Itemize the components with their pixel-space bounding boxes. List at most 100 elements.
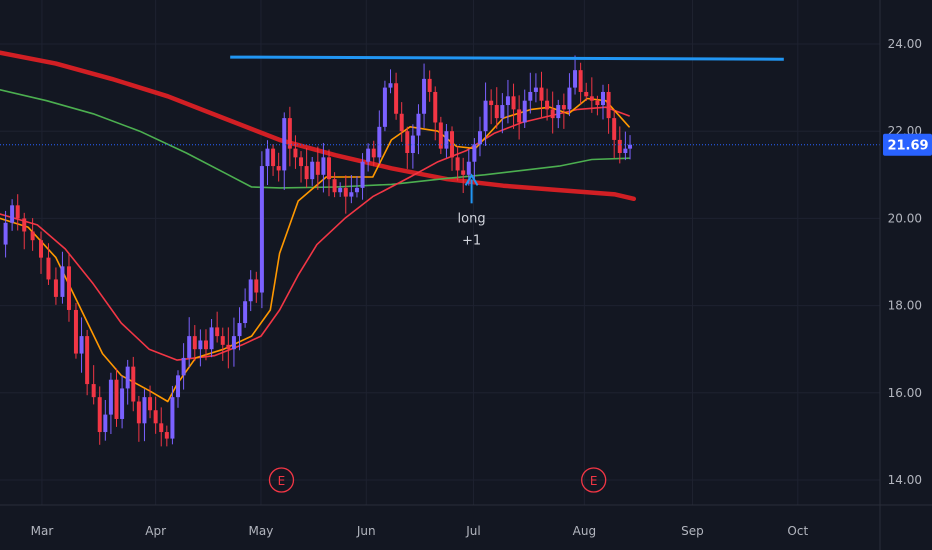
candle-body [477,131,482,145]
candle-body [220,336,225,345]
candle-body [237,323,242,337]
candle-body [10,205,15,223]
candle-body [215,327,220,337]
candle-body [377,126,382,158]
candle-body [192,336,197,350]
candle-body [455,157,460,171]
x-tick-label: Aug [573,524,596,538]
candle-body [399,113,404,132]
candle-body [343,187,348,197]
candle-body [131,366,136,402]
x-tick-label: Oct [787,524,808,538]
candle-body [73,309,78,354]
candle-body [561,105,566,110]
candle-body [511,96,516,110]
x-tick-label: Jun [356,524,376,538]
candle-body [293,148,298,158]
candle-body [153,410,158,424]
candle-body [466,161,471,175]
candle-body [533,87,538,92]
candle-body [79,336,84,354]
x-tick-label: Apr [145,524,166,538]
candle-body [623,148,628,153]
candle-body [142,397,147,424]
candle-body [595,100,600,106]
candle-body [159,423,164,433]
candle-body [259,166,264,293]
chart-canvas[interactable]: long+1E E 24.0022.0020.0018.0016.0014.002… [0,0,932,550]
candle-body [176,375,181,398]
candle-body [371,148,376,158]
candle-body [567,87,572,110]
candle-body [578,70,583,92]
candle-body [30,231,35,241]
moving-average-line [0,97,630,403]
candle-body [315,161,320,175]
candle-body [265,148,270,167]
candle-body [550,109,555,119]
overlays: long +1 E E [0,55,880,493]
candle-body [366,148,371,162]
candle-body [433,91,438,123]
y-axis[interactable]: 24.0022.0020.0018.0016.0014.0021.69 [879,0,932,550]
candle-body [489,100,494,106]
candle-body [187,336,192,358]
candle-body [326,157,331,180]
candle-body [394,83,399,114]
candle-body [125,366,130,389]
earnings-label: E [590,474,598,488]
candle-body [617,139,622,153]
candle-body [39,240,44,258]
candle-body [522,100,527,123]
candle-body [15,205,20,219]
x-axis[interactable]: Mar Apr May Jun Jul Aug Sep Oct [0,504,932,538]
candle-body [427,78,432,92]
candle-body [517,109,522,123]
candle-body [148,397,153,411]
candle-body [181,357,186,376]
candle-body [198,340,203,350]
candle-body [612,118,617,140]
candle-body [248,279,253,302]
candle-body [444,131,449,149]
candle-body [338,187,343,193]
candle-body [310,161,315,180]
resistance-line[interactable] [230,55,784,61]
candle-body [120,388,125,419]
candle-body [500,105,505,119]
candle-body [584,91,589,97]
candle-body [422,78,427,114]
candles [3,55,633,447]
candle-body [438,122,443,149]
y-tick-label: 20.00 [888,211,922,225]
candle-body [46,257,51,280]
candle-body [528,91,533,101]
earnings-label: E [278,474,286,488]
candle-body [332,179,337,193]
candle-body [628,144,633,149]
candle-body [164,432,169,439]
candle-body [505,96,510,106]
stock-chart[interactable]: long +1 E E 24.00 22.00 20.00 18.00 16.00 14.00 2… [0,0,932,550]
candle-body [85,336,90,385]
candle-body [91,384,96,398]
candle-body [3,222,8,245]
candle-body [287,118,292,149]
y-tick-label: 16.00 [888,386,922,400]
candle-body [416,113,421,136]
candle-body [203,340,208,350]
candle-body [231,336,236,350]
candle-body [254,279,259,293]
candle-body [539,87,544,101]
annotation-label: long [458,211,486,226]
candle-body [136,401,141,424]
candle-body [606,91,611,119]
moving-average-line [0,50,637,202]
candle-body [494,105,499,119]
annotation-label: +1 [462,233,481,248]
candle-body [349,192,354,197]
moving-average-line [0,89,630,189]
candle-body [360,161,365,188]
y-tick-label: 14.00 [888,473,922,487]
y-tick-label: 18.00 [888,299,922,313]
